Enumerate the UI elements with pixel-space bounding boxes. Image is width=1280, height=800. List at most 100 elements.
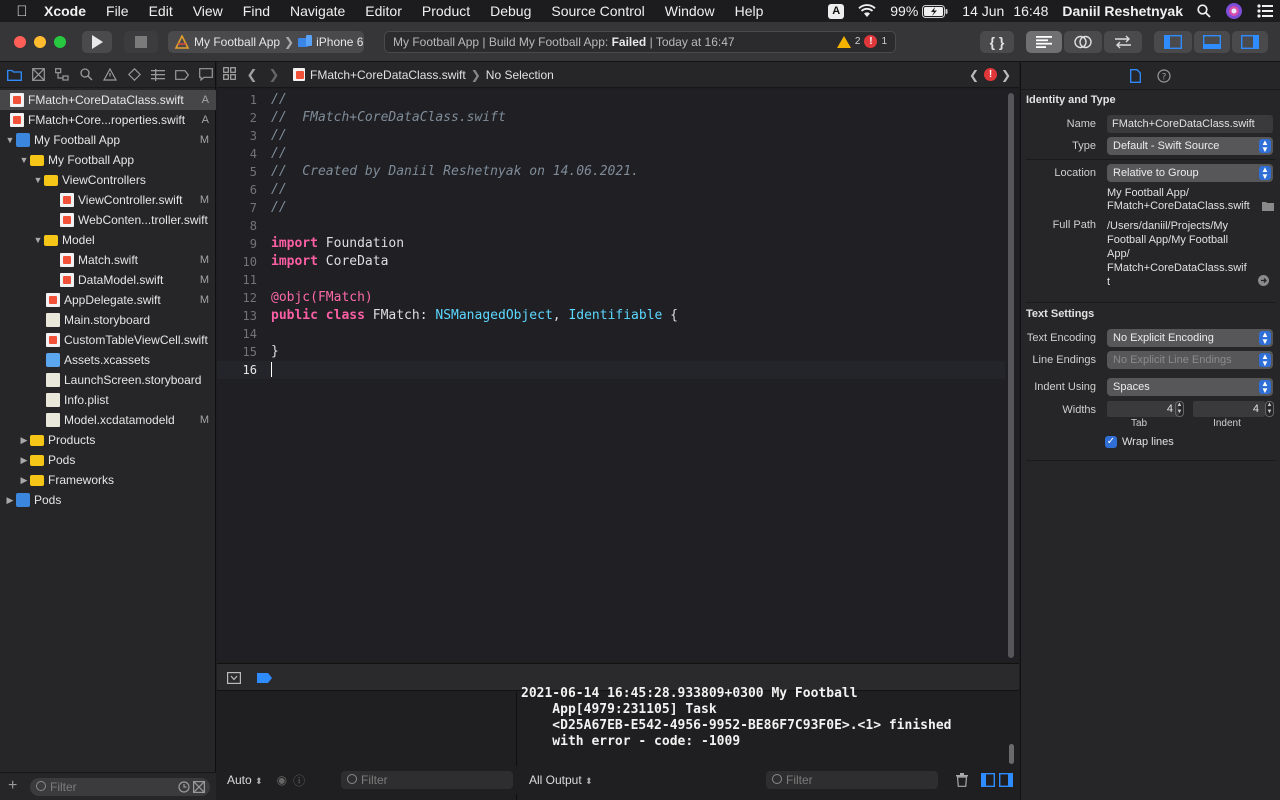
- add-file-button[interactable]: +: [8, 777, 17, 795]
- menu-file[interactable]: File: [96, 3, 139, 19]
- source-control-navigator-icon[interactable]: [29, 66, 47, 84]
- code-line[interactable]: 10 import CoreData: [217, 253, 1005, 271]
- output-scope-popup[interactable]: All Output ⬍: [529, 773, 593, 787]
- indent-width-field[interactable]: 4: [1193, 401, 1265, 417]
- menu-app-xcode[interactable]: Xcode: [44, 3, 96, 19]
- tree-item-main-storyboard[interactable]: Main.storyboard: [0, 310, 216, 330]
- tree-item-info-plist[interactable]: Info.plist: [0, 390, 216, 410]
- tree-item-datamodel[interactable]: DataModel.swift M: [0, 270, 216, 290]
- assistant-editor-button[interactable]: [1064, 31, 1102, 53]
- symbol-navigator-icon[interactable]: [53, 66, 71, 84]
- editor-scrollbar[interactable]: [1008, 93, 1014, 658]
- activity-status-bar[interactable]: My Football App | Build My Football App:…: [384, 31, 896, 53]
- forward-icon[interactable]: ❯: [263, 67, 285, 83]
- spotlight-icon[interactable]: [1190, 4, 1218, 18]
- tree-item-model-xcdatamodeld[interactable]: Model.xcdatamodeld M: [0, 410, 216, 430]
- disclosure-open-icon[interactable]: ▼: [32, 235, 44, 245]
- jump-bar-file[interactable]: FMatch+CoreDataClass.swift: [310, 68, 466, 82]
- disclosure-closed-icon[interactable]: ▶: [18, 475, 30, 486]
- debug-navigator-icon[interactable]: [149, 66, 167, 84]
- tree-item-group-app[interactable]: ▼ My Football App: [0, 150, 216, 170]
- hide-debug-area-icon[interactable]: [227, 672, 241, 684]
- version-editor-button[interactable]: [1104, 31, 1142, 53]
- minimize-window-button[interactable]: [34, 36, 46, 48]
- reveal-in-finder-icon[interactable]: [1258, 275, 1269, 286]
- menu-source-control[interactable]: Source Control: [541, 3, 654, 19]
- code-line[interactable]: 2// FMatch+CoreDataClass.swift: [217, 109, 1005, 127]
- disclosure-closed-icon[interactable]: ▶: [4, 495, 16, 506]
- disclosure-closed-icon[interactable]: ▶: [18, 435, 30, 446]
- tree-item-group-products[interactable]: ▶ Products: [0, 430, 216, 450]
- tab-width-field[interactable]: 4: [1107, 401, 1179, 417]
- find-navigator-icon[interactable]: [77, 66, 95, 84]
- code-line[interactable]: 3//: [217, 127, 1005, 145]
- variables-scope-popup[interactable]: Auto ⬍: [227, 773, 263, 787]
- current-code-line[interactable]: 16: [217, 361, 1005, 379]
- tree-item-group-frameworks[interactable]: ▶ Frameworks: [0, 470, 216, 490]
- related-items-icon[interactable]: [217, 66, 241, 83]
- back-icon[interactable]: ❮: [241, 67, 263, 83]
- warning-icon[interactable]: [836, 35, 851, 48]
- menu-find[interactable]: Find: [233, 3, 280, 19]
- tree-item-fmatch-coredataproperties[interactable]: FMatch+Core...roperties.swift A: [0, 110, 216, 130]
- disclosure-open-icon[interactable]: ▼: [18, 155, 30, 165]
- code-line[interactable]: 12 @objc(FMatch): [217, 289, 1005, 307]
- console-filter-input[interactable]: Filter: [766, 771, 938, 789]
- previous-issue-icon[interactable]: ❮: [969, 68, 979, 82]
- breakpoint-navigator-icon[interactable]: [173, 66, 191, 84]
- error-icon[interactable]: !: [984, 68, 997, 81]
- stop-button[interactable]: [124, 31, 158, 53]
- zoom-window-button[interactable]: [54, 36, 66, 48]
- menu-help[interactable]: Help: [725, 3, 774, 19]
- code-line[interactable]: 9 import Foundation: [217, 235, 1005, 253]
- disclosure-closed-icon[interactable]: ▶: [18, 455, 30, 466]
- input-source-icon[interactable]: A: [821, 3, 851, 19]
- code-line[interactable]: 4//: [217, 145, 1005, 163]
- standard-editor-button[interactable]: [1026, 31, 1062, 53]
- menu-debug[interactable]: Debug: [480, 3, 541, 19]
- menu-edit[interactable]: Edit: [139, 3, 183, 19]
- breakpoints-toggle-icon[interactable]: [257, 672, 273, 684]
- eye-icon[interactable]: ◉: [277, 773, 287, 787]
- run-button[interactable]: [82, 31, 112, 53]
- tree-item-group-viewcontrollers[interactable]: ▼ ViewControllers: [0, 170, 216, 190]
- code-line[interactable]: 15}: [217, 343, 1005, 361]
- info-icon[interactable]: ⓘ: [293, 772, 305, 789]
- toggle-inspector-button[interactable]: [1232, 31, 1268, 53]
- tab-width-stepper[interactable]: ▲ ▼: [1175, 401, 1184, 417]
- navigator-filter-input[interactable]: Filter: [30, 778, 210, 796]
- code-line[interactable]: 11: [217, 271, 1005, 289]
- menubar-date[interactable]: 14 Jun: [955, 3, 1011, 19]
- close-window-button[interactable]: [14, 36, 26, 48]
- tree-item-group-model[interactable]: ▼ Model: [0, 230, 216, 250]
- tree-item-customtableviewcell[interactable]: CustomTableViewCell.swift: [0, 330, 216, 350]
- battery-status[interactable]: 99%: [883, 3, 955, 19]
- menu-product[interactable]: Product: [412, 3, 480, 19]
- toggle-navigator-button[interactable]: [1154, 31, 1192, 53]
- tree-item-project[interactable]: ▼ My Football App M: [0, 130, 216, 150]
- test-navigator-icon[interactable]: [125, 66, 143, 84]
- code-line[interactable]: 13 public class FMatch: NSManagedObject, …: [217, 307, 1005, 325]
- apple-icon[interactable]: : [0, 3, 44, 20]
- tree-item-match[interactable]: Match.swift M: [0, 250, 216, 270]
- line-endings-popup[interactable]: No Explicit Line Endings ▲ ▼: [1107, 351, 1273, 369]
- code-line[interactable]: 6//: [217, 181, 1005, 199]
- source-editor[interactable]: 1// 2// FMatch+CoreDataClass.swift 3// 4…: [217, 89, 1019, 662]
- tree-item-assets[interactable]: Assets.xcassets: [0, 350, 216, 370]
- report-navigator-icon[interactable]: [197, 66, 215, 84]
- tree-item-pods-project[interactable]: ▶ Pods: [0, 490, 216, 510]
- file-inspector-icon[interactable]: [1130, 68, 1141, 83]
- code-line[interactable]: 5// Created by Daniil Reshetnyak on 14.0…: [217, 163, 1005, 181]
- disclosure-open-icon[interactable]: ▼: [4, 135, 16, 145]
- disclosure-open-icon[interactable]: ▼: [32, 175, 44, 185]
- text-encoding-popup[interactable]: No Explicit Encoding ▲ ▼: [1107, 329, 1273, 347]
- quick-help-icon[interactable]: ?: [1157, 68, 1171, 83]
- code-line[interactable]: 7//: [217, 199, 1005, 217]
- tree-item-webcontentviewcontroller[interactable]: WebConten...troller.swift: [0, 210, 216, 230]
- code-line[interactable]: 14: [217, 325, 1005, 343]
- menu-editor[interactable]: Editor: [355, 3, 412, 19]
- tree-item-fmatch-coredataclass[interactable]: FMatch+CoreDataClass.swift A: [0, 90, 216, 110]
- tree-item-launchscreen[interactable]: LaunchScreen.storyboard: [0, 370, 216, 390]
- recent-files-icon[interactable]: [178, 781, 190, 793]
- menubar-user[interactable]: Daniil Reshetnyak: [1055, 3, 1190, 19]
